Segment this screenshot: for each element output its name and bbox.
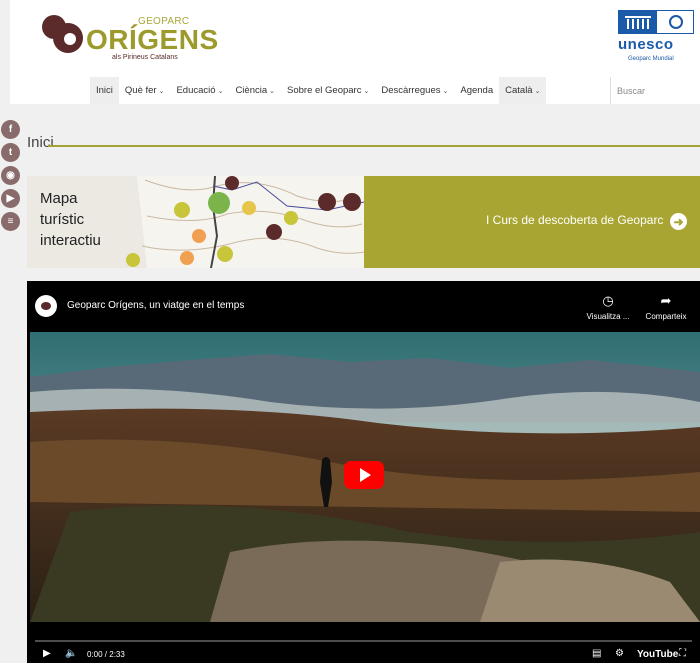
chevron-down-icon: ⌄ xyxy=(363,87,370,95)
facebook-icon[interactable]: f xyxy=(1,120,20,139)
progress-bar[interactable] xyxy=(35,640,692,642)
social-links: f t ◉ ▶ ≡ xyxy=(1,120,20,235)
unesco-logo[interactable]: unesco Geoparc Mundial xyxy=(618,10,694,66)
map-banner-line3: interactiu xyxy=(40,232,101,249)
chevron-down-icon: ⌄ xyxy=(217,87,224,95)
map-banner[interactable]: Mapa turístic interactiu xyxy=(27,176,364,268)
arrow-right-icon: ➜ xyxy=(670,213,687,230)
logo-origens-text: ORÍGENS xyxy=(86,24,219,55)
youtube-icon[interactable]: ▶ xyxy=(1,189,20,208)
volume-icon[interactable]: 🔈 xyxy=(65,648,77,659)
play-icon xyxy=(360,468,371,482)
chevron-down-icon: ⌄ xyxy=(442,87,449,95)
unesco-emblem xyxy=(618,10,694,34)
curs-banner[interactable]: I Curs de descoberta de Geoparc ➜ xyxy=(364,176,700,268)
settings-icon[interactable]: ⚙ xyxy=(615,648,624,659)
nav-item-descarregues[interactable]: Descàrregues ⌄ xyxy=(375,77,454,104)
nav-item-agenda[interactable]: Agenda xyxy=(454,77,499,104)
origens-logo-mark xyxy=(42,15,83,53)
youtube-logo[interactable]: YouTube xyxy=(637,649,678,660)
video-controls: ▶ 🔈 0:00 / 2:33 ▤ ⚙ YouTube ⛶ xyxy=(27,638,700,663)
chevron-down-icon: ⌄ xyxy=(269,87,275,95)
share-icon: ➦ xyxy=(660,293,672,308)
share-button[interactable]: ➦ Comparteix xyxy=(641,293,691,321)
page-title: Inici xyxy=(27,134,54,151)
unesco-wordmark: unesco xyxy=(618,36,674,53)
clock-icon: ◷ xyxy=(602,293,614,308)
rss-icon[interactable]: ≡ xyxy=(1,212,20,231)
main-nav: Inici Què fer ⌄ Educació ⌄ Ciència ⌄ Sobre … xyxy=(90,77,547,104)
nav-item-que-fer[interactable]: Què fer ⌄ xyxy=(119,77,171,104)
nav-item-ciencia[interactable]: Ciència ⌄ xyxy=(229,77,281,104)
language-selector[interactable]: Català ⌄ xyxy=(499,77,547,104)
origens-logo[interactable]: GEOPARC ORÍGENS als Pirineus Catalans xyxy=(38,10,218,66)
watch-later-button[interactable]: ◷ Visualitza ... xyxy=(583,293,633,321)
nav-item-sobre-el-geoparc[interactable]: Sobre el Geoparc ⌄ xyxy=(281,77,375,104)
page: GEOPARC ORÍGENS als Pirineus Catalans un… xyxy=(0,0,700,663)
chevron-down-icon: ⌄ xyxy=(534,87,541,95)
video-player[interactable]: Geoparc Orígens, un viatge en el temps ◷… xyxy=(27,281,700,663)
logo-subtitle: als Pirineus Catalans xyxy=(112,54,178,61)
play-small-icon[interactable]: ▶ xyxy=(43,648,51,659)
curs-banner-label: I Curs de descoberta de Geoparc xyxy=(486,213,664,227)
instagram-icon[interactable]: ◉ xyxy=(1,166,20,185)
site-header: GEOPARC ORÍGENS als Pirineus Catalans un… xyxy=(10,0,700,104)
video-header: Geoparc Orígens, un viatge en el temps ◷… xyxy=(27,281,700,331)
channel-avatar[interactable] xyxy=(35,295,57,317)
unesco-subtitle: Geoparc Mundial xyxy=(628,56,674,62)
video-title[interactable]: Geoparc Orígens, un viatge en el temps xyxy=(67,300,244,311)
map-banner-line2: turístic xyxy=(40,211,85,228)
subtitles-icon[interactable]: ▤ xyxy=(592,648,601,659)
fullscreen-icon[interactable]: ⛶ xyxy=(679,648,686,659)
title-underline xyxy=(48,145,700,147)
map-banner-line1: Mapa xyxy=(40,190,78,207)
chevron-down-icon: ⌄ xyxy=(158,87,165,95)
play-button[interactable] xyxy=(344,461,384,489)
twitter-icon[interactable]: t xyxy=(1,143,20,162)
nav-item-inici[interactable]: Inici xyxy=(90,77,119,104)
video-time: 0:00 / 2:33 xyxy=(87,650,125,659)
nav-item-educacio[interactable]: Educació ⌄ xyxy=(170,77,229,104)
search-input[interactable]: Buscar xyxy=(610,77,700,104)
